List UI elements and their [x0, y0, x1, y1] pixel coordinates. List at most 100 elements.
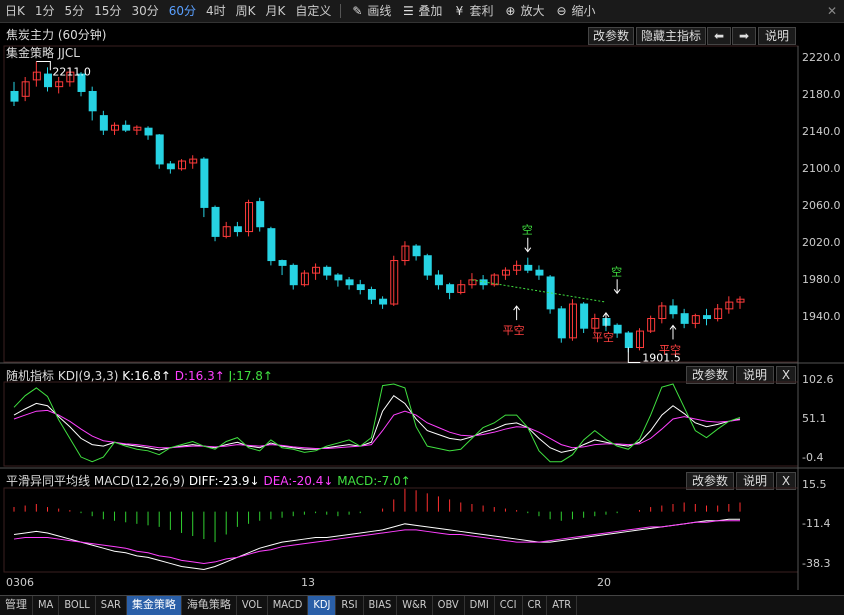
candle-body	[434, 274, 443, 286]
indicator-tab[interactable]: 海龟策略	[182, 596, 237, 615]
candle-body	[122, 124, 131, 131]
chart-canvas[interactable]: 2211.01901.5空平空空平空平空	[0, 0, 844, 614]
indicator-tab[interactable]: MACD	[268, 596, 309, 615]
kdj-help-button[interactable]: 说明	[736, 366, 774, 384]
kdj-close-button[interactable]: X	[776, 366, 796, 384]
macd-title: 平滑异同平均线 MACD(12,26,9) DIFF:-23.9↓ DEA:-2…	[6, 472, 411, 489]
candle-body	[312, 266, 321, 274]
candle-body	[379, 298, 388, 305]
main-ytick: 2220.0	[802, 51, 841, 64]
indicator-tab[interactable]: VOL	[237, 596, 268, 615]
macd-macd-value: MACD:-7.0↑	[337, 474, 411, 488]
main-params-button[interactable]: 改参数	[588, 27, 634, 45]
candle-body	[736, 298, 745, 303]
macd-close-button[interactable]: X	[776, 472, 796, 490]
candle-body	[21, 81, 30, 97]
kdj-d-value: D:16.3↑	[174, 369, 225, 383]
candle-body	[166, 163, 175, 170]
indicator-tab[interactable]: OBV	[433, 596, 465, 615]
arbitrage-button[interactable]: ¥ 套利	[447, 0, 498, 22]
candle-body	[490, 274, 499, 286]
candle-body	[144, 127, 153, 136]
indicator-tab[interactable]: ATR	[547, 596, 578, 615]
trend-line	[471, 279, 607, 303]
candle-body	[691, 315, 700, 324]
cover-arrow-head	[513, 305, 521, 311]
zoom-out-button[interactable]: ⊖ 缩小	[549, 0, 600, 22]
period-15min[interactable]: 15分	[89, 0, 126, 22]
indicator-tab[interactable]: CCI	[495, 596, 523, 615]
sell-arrow-head	[613, 288, 621, 295]
contract-title: 焦炭主力 (60分钟)	[6, 28, 107, 42]
cover-arrow-head	[669, 324, 677, 330]
cover-signal-label: 平空	[503, 323, 525, 337]
macd-params-button[interactable]: 改参数	[686, 472, 734, 490]
candle-body	[635, 330, 644, 349]
hide-indicator-button[interactable]: 隐藏主指标	[636, 27, 706, 45]
macd-help-button[interactable]: 说明	[736, 472, 774, 490]
candle-body	[222, 226, 231, 237]
candle-body	[345, 279, 354, 286]
indicator-tab[interactable]: CR	[523, 596, 548, 615]
period-custom[interactable]: 自定义	[290, 0, 336, 22]
main-ytick: 2020.0	[802, 236, 841, 249]
overlay-button[interactable]: ☰ 叠加	[396, 0, 447, 22]
candle-body	[647, 318, 656, 332]
period-5min[interactable]: 5分	[60, 0, 90, 22]
candle-body	[624, 332, 633, 349]
toolbar-divider	[340, 4, 342, 18]
indicator-tab[interactable]: DMI	[465, 596, 495, 615]
indicator-tab[interactable]: MA	[33, 596, 60, 615]
candle-body	[513, 264, 522, 271]
indicator-tab[interactable]: 管理	[0, 596, 33, 615]
candle-body	[535, 269, 544, 276]
kdj-d-line	[13, 409, 741, 449]
low-marker-line	[627, 347, 641, 364]
indicator-tab[interactable]: RSI	[336, 596, 364, 615]
macd-params: MACD(12,26,9)	[93, 474, 185, 488]
cover-arrow-head	[602, 312, 610, 318]
period-week[interactable]: 周K	[231, 0, 261, 22]
candle-body	[278, 260, 287, 266]
xaxis-date: 20	[597, 576, 611, 589]
close-icon[interactable]: ✕	[822, 0, 842, 22]
candle-body	[211, 206, 220, 237]
zoom-in-button[interactable]: ⊕ 放大	[498, 0, 549, 22]
kdj-k-line	[13, 394, 741, 453]
draw-line-button[interactable]: ✎ 画线	[345, 0, 396, 22]
indicator-tab[interactable]: BOLL	[59, 596, 96, 615]
candle-body	[66, 71, 75, 83]
candle-body	[501, 269, 510, 276]
indicator-tab[interactable]: W&R	[397, 596, 433, 615]
scroll-right-button[interactable]: ➡	[732, 27, 756, 45]
candle-body	[591, 318, 600, 329]
candle-body	[111, 124, 120, 131]
zoom-out-label: 缩小	[571, 4, 596, 18]
indicator-tab[interactable]: 集金策略	[126, 596, 182, 615]
period-1min[interactable]: 1分	[30, 0, 60, 22]
period-60min[interactable]: 60分	[164, 0, 201, 22]
candle-body	[412, 245, 421, 257]
sell-signal-label: 空	[522, 223, 533, 237]
kdj-params-button[interactable]: 改参数	[686, 366, 734, 384]
main-help-button[interactable]: 说明	[758, 27, 796, 45]
candle-body	[524, 264, 533, 271]
scroll-left-button[interactable]: ⬅	[707, 27, 731, 45]
candle-body	[245, 202, 254, 233]
period-day[interactable]: 日K	[0, 0, 30, 22]
period-4h[interactable]: 4时	[201, 0, 231, 22]
indicator-tab[interactable]: BIAS	[364, 596, 398, 615]
xaxis-date: 0306	[6, 576, 34, 589]
period-30min[interactable]: 30分	[126, 0, 163, 22]
kdj-j-value: J:17.8↑	[228, 369, 273, 383]
candle-body	[658, 305, 667, 320]
candle-body	[557, 308, 566, 339]
indicator-tab[interactable]: KDJ	[308, 596, 337, 615]
indicator-tab[interactable]: SAR	[96, 596, 127, 615]
period-month[interactable]: 月K	[261, 0, 291, 22]
candle-body	[423, 255, 432, 276]
draw-line-label: 画线	[367, 4, 392, 18]
candle-body	[334, 274, 343, 281]
candle-body	[200, 158, 209, 208]
kdj-params: KDJ(9,3,3)	[57, 369, 119, 383]
